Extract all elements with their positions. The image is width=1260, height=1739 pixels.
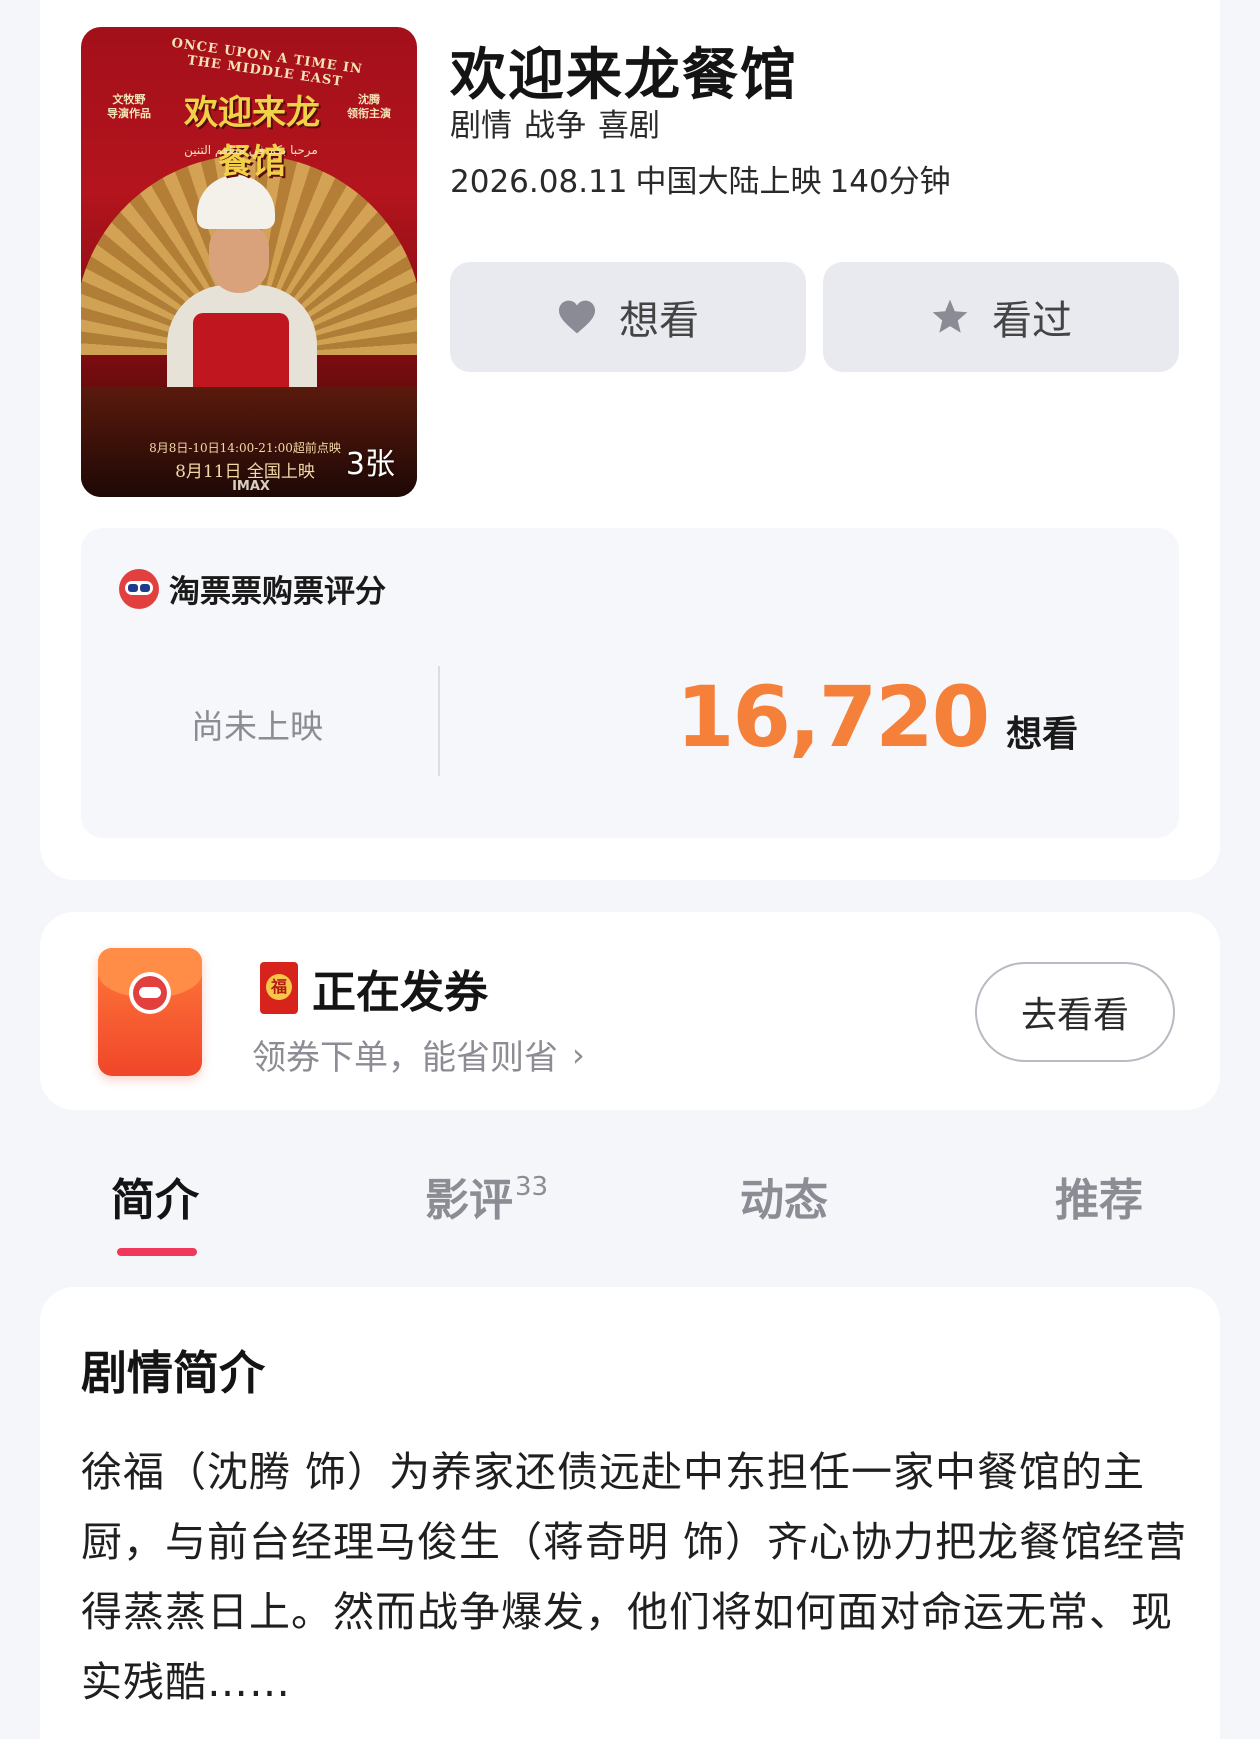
coupon-title: 正在发券 — [260, 956, 488, 1020]
want-to-watch-button[interactable]: 想看 — [450, 262, 806, 372]
tab-reviews[interactable]: 影评33 — [425, 1164, 548, 1228]
poster-preview-date: 8月8日-10日14:00-21:00超前点映 — [149, 441, 341, 455]
detail-tabs: 简介 影评33 动态 推荐 — [0, 1150, 1260, 1270]
poster-chef-face — [209, 223, 269, 293]
synopsis-title: 剧情简介 — [81, 1346, 265, 1400]
star-icon — [930, 298, 970, 336]
movie-info-card: ONCE UPON A TIME IN THE MIDDLE EAST 欢迎来龙… — [40, 0, 1220, 880]
want-to-watch-label: 想看 — [619, 298, 699, 344]
watched-button[interactable]: 看过 — [823, 262, 1179, 372]
poster-credit-director: 文牧野 导演作品 — [107, 93, 151, 120]
genre-tag: 剧情 — [450, 108, 512, 144]
poster-title-ar: مرحبا بكم في مطعم التنين — [184, 143, 318, 157]
tab-updates-label: 动态 — [740, 1175, 828, 1226]
tab-reviews-label: 影评 — [425, 1175, 513, 1226]
genre-tag: 战争 — [524, 108, 586, 144]
movie-poster[interactable]: ONCE UPON A TIME IN THE MIDDLE EAST 欢迎来龙… — [81, 27, 417, 497]
tab-intro-label: 简介 — [111, 1175, 199, 1226]
poster-imax-logo: IMAX — [232, 479, 270, 494]
tab-reviews-count: 33 — [515, 1172, 549, 1202]
tab-intro[interactable]: 简介 — [111, 1164, 199, 1228]
duration: 140分钟 — [829, 164, 951, 200]
poster-image-count: 3张 — [345, 447, 395, 482]
taopiaopiao-logo-icon — [119, 568, 159, 609]
go-see-button[interactable]: 去看看 — [975, 962, 1175, 1062]
release-info: 2026.08.11 中国大陆上映 140分钟 — [450, 156, 959, 201]
chevron-right-icon: › — [572, 1035, 585, 1074]
rating-status: 尚未上映 — [191, 707, 323, 746]
genre-list: 剧情 战争 喜剧 — [450, 100, 672, 145]
coupon-subtitle[interactable]: 领券下单，能省则省 › — [252, 1030, 585, 1079]
rating-header: 淘票票购票评分 — [119, 566, 386, 611]
tab-recommend-label: 推荐 — [1055, 1175, 1143, 1226]
synopsis-card: 剧情简介 徐福（沈腾 饰）为养家还债远赴中东担任一家中餐馆的主厨，与前台经理马俊… — [40, 1287, 1220, 1739]
rating-divider — [438, 666, 440, 776]
poster-title-cn: 欢迎来龙餐馆 — [184, 93, 320, 182]
coupon-banner[interactable]: 正在发券 领券下单，能省则省 › 去看看 — [40, 912, 1220, 1110]
want-count-number: 16,720 — [676, 668, 990, 766]
heart-icon — [557, 299, 597, 335]
rating-header-label: 淘票票购票评分 — [169, 574, 386, 610]
genre-tag: 喜剧 — [598, 108, 660, 144]
synopsis-text: 徐福（沈腾 饰）为养家还债远赴中东担任一家中餐馆的主厨，与前台经理马俊生（蒋奇明… — [81, 1448, 1188, 1706]
hongbao-icon — [260, 962, 298, 1014]
red-envelope-icon — [98, 948, 202, 1076]
coupon-subtitle-text: 领券下单，能省则省 — [252, 1038, 558, 1078]
want-count: 16,720 想看 — [676, 668, 1078, 766]
tab-active-indicator — [117, 1248, 197, 1256]
release-date: 2026.08.11 — [450, 164, 628, 200]
poster-credit-star: 沈腾 领衔主演 — [347, 93, 391, 120]
tab-updates[interactable]: 动态 — [740, 1164, 828, 1228]
coupon-title-text: 正在发券 — [312, 967, 488, 1018]
movie-title: 欢迎来龙餐馆 — [450, 43, 798, 108]
release-region: 中国大陆上映 — [635, 164, 822, 200]
rating-panel: 淘票票购票评分 尚未上映 16,720 想看 — [81, 528, 1179, 838]
tab-recommend[interactable]: 推荐 — [1055, 1164, 1143, 1228]
watched-label: 看过 — [992, 298, 1072, 344]
want-count-label: 想看 — [1006, 714, 1079, 755]
